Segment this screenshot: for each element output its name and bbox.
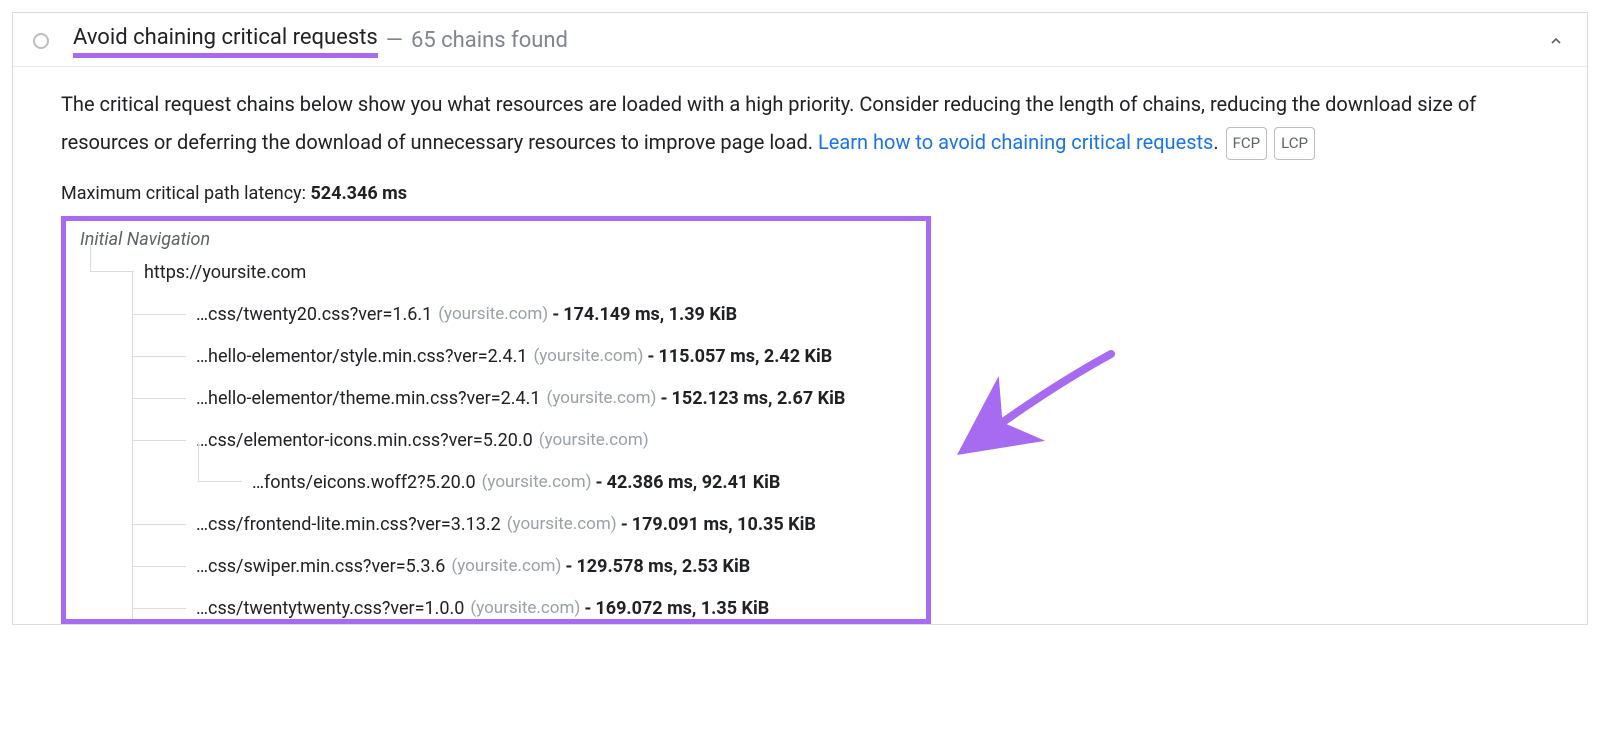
resource-stats: 115.057 ms, 2.42 KiB — [658, 344, 832, 369]
resource-stats: 42.386 ms, 92.41 KiB — [607, 470, 781, 495]
audit-description: The critical request chains below show y… — [61, 85, 1555, 161]
resource-stats: 179.091 ms, 10.35 KiB — [632, 512, 816, 537]
metric-tag-fcp: FCP — [1226, 127, 1268, 160]
resource-path[interactable]: …fonts/eicons.woff2?5.20.0 — [252, 470, 476, 495]
root-url: https://yoursite.com — [144, 260, 306, 285]
title-underline — [73, 53, 378, 58]
tree-item: …css/frontend-lite.min.css?ver=3.13.2(yo… — [144, 504, 912, 546]
resource-path[interactable]: …css/frontend-lite.min.css?ver=3.13.2 — [196, 512, 501, 537]
audit-title: Avoid chaining critical requests — [73, 25, 378, 56]
audit-header[interactable]: Avoid chaining critical requests — 65 ch… — [13, 13, 1587, 67]
status-icon — [33, 33, 49, 49]
resource-stats: 152.123 ms, 2.67 KiB — [672, 386, 846, 411]
resource-path[interactable]: …css/twenty20.css?ver=1.6.1 — [196, 302, 432, 327]
audit-panel: Avoid chaining critical requests — 65 ch… — [12, 12, 1588, 625]
tree-item: …hello-elementor/style.min.css?ver=2.4.1… — [144, 336, 912, 378]
resource-host: (yoursite.com) — [533, 345, 643, 369]
resource-stats: 169.072 ms, 1.35 KiB — [595, 596, 769, 621]
learn-more-link[interactable]: Learn how to avoid chaining critical req… — [818, 130, 1213, 154]
tree-item: …css/swiper.min.css?ver=5.3.6(yoursite.c… — [144, 546, 912, 588]
latency-label: Maximum critical path latency: — [61, 183, 310, 204]
resource-stats: 129.578 ms, 2.53 KiB — [576, 554, 750, 579]
metric-tag-lcp: LCP — [1274, 127, 1315, 160]
separator: — — [386, 28, 403, 53]
tree-item: …css/elementor-icons.min.css?ver=5.20.0(… — [144, 420, 912, 462]
max-latency: Maximum critical path latency: 524.346 m… — [61, 183, 1555, 204]
chevron-up-icon[interactable] — [1545, 30, 1567, 52]
audit-body: The critical request chains below show y… — [13, 67, 1587, 624]
resource-path[interactable]: …hello-elementor/theme.min.css?ver=2.4.1 — [196, 386, 541, 411]
tree-root: https://yoursite.com …css/twenty20.css?v… — [80, 252, 912, 624]
chain-tree: https://yoursite.com …css/twenty20.css?v… — [80, 252, 912, 624]
resource-path[interactable]: …hello-elementor/style.min.css?ver=2.4.1 — [196, 344, 527, 369]
annotation-arrow-icon — [961, 349, 1121, 449]
resource-path[interactable]: …css/twentytwenty.css?ver=1.0.0 — [196, 596, 464, 621]
resource-host: (yoursite.com) — [539, 429, 649, 453]
resource-stats: 174.149 ms, 1.39 KiB — [563, 302, 737, 327]
chain-tree-highlight: Initial Navigation https://yoursite.com … — [61, 216, 931, 624]
resource-host: (yoursite.com) — [470, 597, 580, 621]
resource-host: (yoursite.com) — [547, 387, 657, 411]
tree-item: …fonts/eicons.woff2?5.20.0(yoursite.com)… — [144, 462, 912, 504]
latency-value: 524.346 ms — [310, 183, 407, 204]
resource-host: (yoursite.com) — [438, 303, 548, 327]
resource-host: (yoursite.com) — [482, 471, 592, 495]
tree-item: …css/twenty20.css?ver=1.6.1(yoursite.com… — [144, 294, 912, 336]
tree-item: …css/twentytwenty.css?ver=1.0.0(yoursite… — [144, 588, 912, 624]
initial-navigation-label: Initial Navigation — [80, 229, 912, 250]
resource-path[interactable]: …css/elementor-icons.min.css?ver=5.20.0 — [196, 428, 533, 453]
resource-host: (yoursite.com) — [507, 513, 617, 537]
audit-subtitle: 65 chains found — [411, 28, 568, 53]
resource-path[interactable]: …css/swiper.min.css?ver=5.3.6 — [196, 554, 445, 579]
tree-item: …hello-elementor/theme.min.css?ver=2.4.1… — [144, 378, 912, 420]
resource-host: (yoursite.com) — [451, 555, 561, 579]
